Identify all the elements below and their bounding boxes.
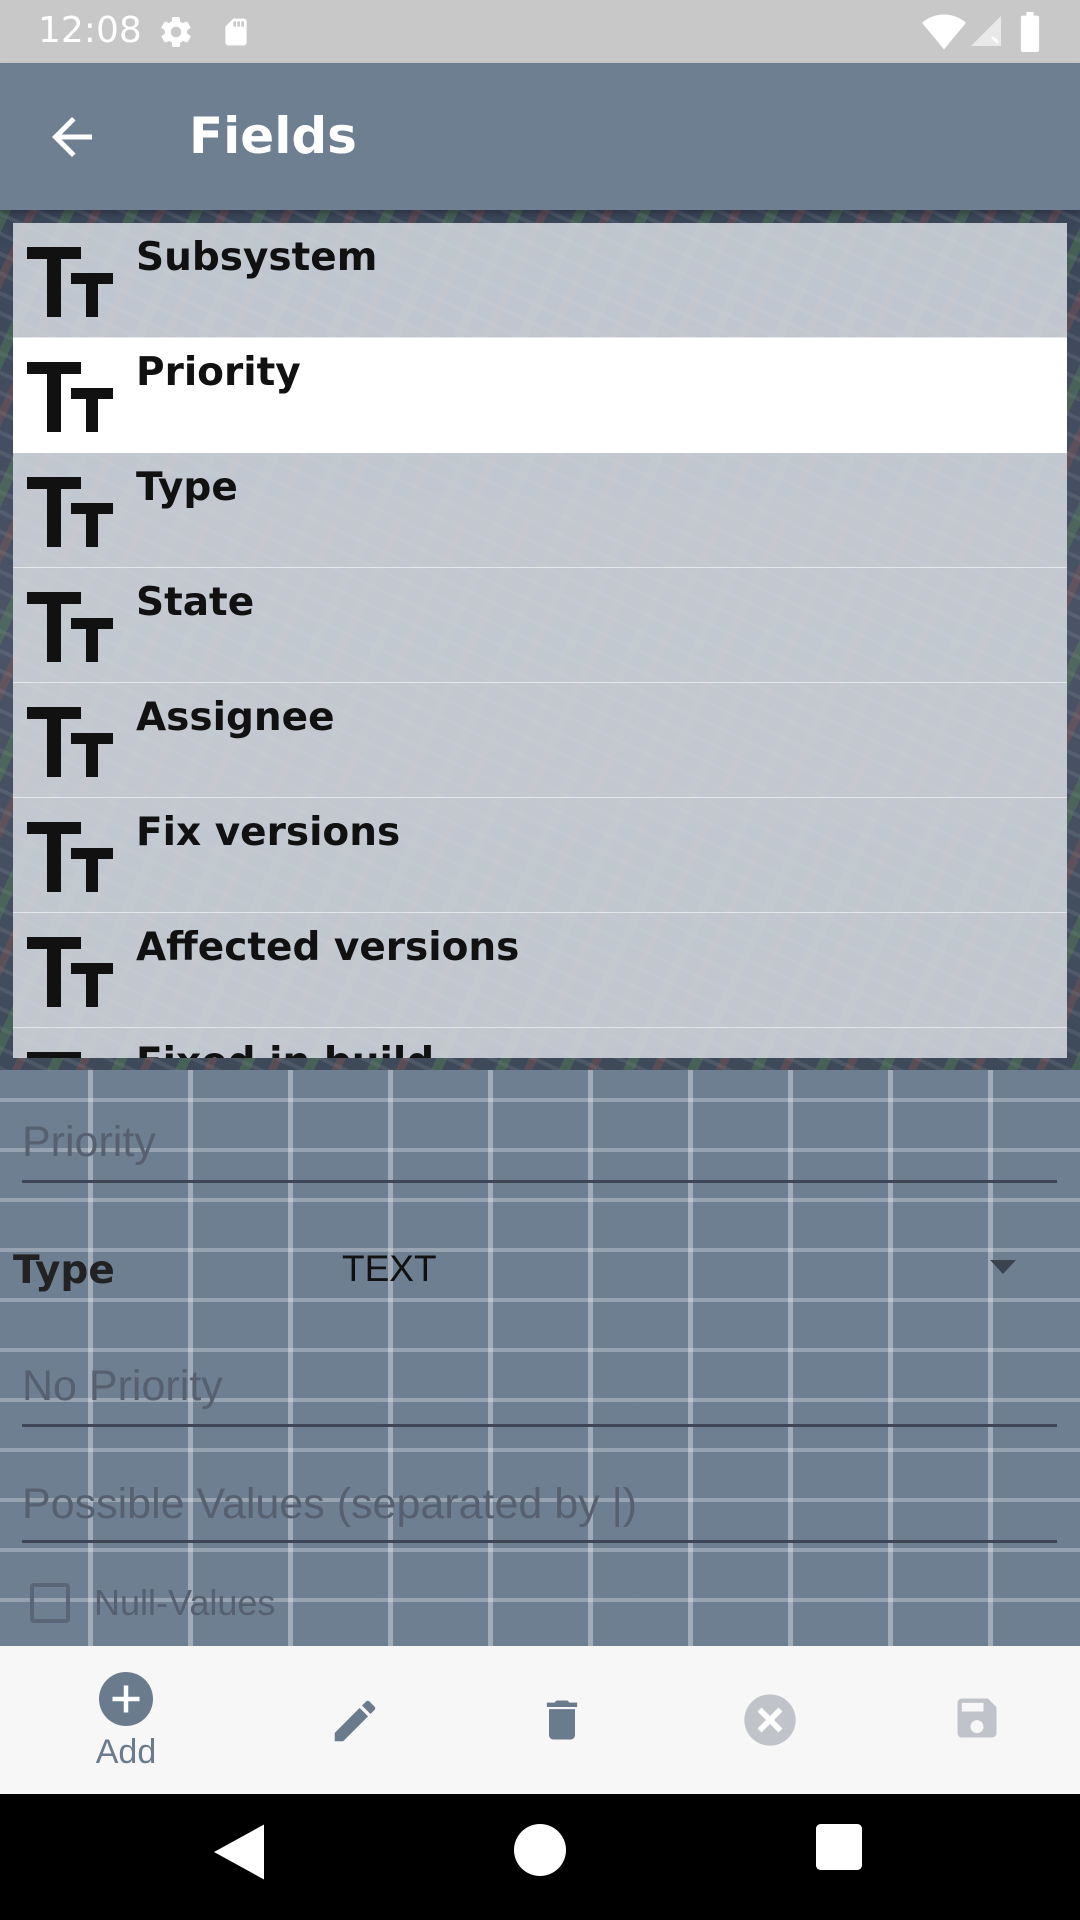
- list-item-label: Affected versions: [136, 925, 520, 970]
- field-edit-form: Priority Type TEXT No Priority Possible …: [0, 1070, 1080, 1646]
- text-fields-icon: [27, 937, 113, 1007]
- delete-icon: [536, 1692, 588, 1753]
- list-item-label: Fix versions: [136, 810, 401, 855]
- wifi-icon: [922, 12, 966, 55]
- text-fields-icon: [27, 362, 113, 432]
- app-bar: Fields: [0, 63, 1080, 210]
- list-item-label: State: [136, 580, 255, 625]
- list-item-priority[interactable]: Priority: [13, 338, 1067, 453]
- arrow-back-icon[interactable]: [42, 107, 102, 167]
- cancel-button[interactable]: [700, 1646, 840, 1794]
- type-select[interactable]: TEXT: [340, 1246, 1040, 1296]
- field-name-placeholder: Priority: [22, 1118, 156, 1166]
- list-item-type[interactable]: Type: [13, 453, 1067, 568]
- battery-icon: [1018, 12, 1042, 57]
- list-item-label: Fixed in build: [136, 1040, 434, 1058]
- status-bar: 12:08: [0, 0, 1080, 63]
- list-item-fixed-in-build[interactable]: Fixed in build: [13, 1028, 1067, 1058]
- gear-icon: [158, 14, 194, 55]
- text-fields-icon: [27, 822, 113, 892]
- default-value-input[interactable]: No Priority: [22, 1362, 1057, 1427]
- text-fields-icon: [27, 1052, 113, 1058]
- edit-icon: [328, 1694, 382, 1753]
- bottom-toolbar: Add: [0, 1646, 1080, 1794]
- possible-values-input[interactable]: Possible Values (separated by |): [22, 1480, 1057, 1543]
- nav-home-icon[interactable]: [514, 1824, 566, 1881]
- page-title: Fields: [189, 107, 357, 165]
- edit-button[interactable]: [285, 1646, 425, 1794]
- nav-recents-icon[interactable]: [816, 1824, 862, 1875]
- list-item-fix-versions[interactable]: Fix versions: [13, 798, 1067, 913]
- text-fields-icon: [27, 247, 113, 317]
- save-icon: [951, 1692, 1003, 1749]
- add-label: Add: [95, 1733, 157, 1771]
- navigation-bar: [0, 1794, 1080, 1920]
- list-item-label: Subsystem: [136, 235, 378, 280]
- status-time: 12:08: [38, 10, 142, 51]
- text-fields-icon: [27, 707, 113, 777]
- list-item-label: Type: [136, 465, 238, 510]
- null-values-row[interactable]: Null-Values: [30, 1582, 275, 1624]
- sd-card-icon: [220, 14, 252, 55]
- save-button[interactable]: [907, 1646, 1047, 1794]
- type-value: TEXT: [342, 1248, 437, 1289]
- nav-back-icon[interactable]: [214, 1824, 264, 1885]
- list-item-label: Priority: [136, 350, 301, 395]
- default-value-placeholder: No Priority: [22, 1362, 223, 1410]
- list-item-subsystem[interactable]: Subsystem: [13, 223, 1067, 338]
- cellular-signal-icon: [968, 12, 1004, 55]
- null-values-checkbox[interactable]: [30, 1583, 70, 1623]
- add-button[interactable]: Add: [56, 1646, 196, 1794]
- add-circle-icon: [99, 1672, 153, 1731]
- list-item-affected-versions[interactable]: Affected versions: [13, 913, 1067, 1028]
- text-fields-icon: [27, 592, 113, 662]
- list-item-assignee[interactable]: Assignee: [13, 683, 1067, 798]
- dropdown-arrow-icon: [990, 1260, 1016, 1279]
- field-list[interactable]: Subsystem Priority Type State Assignee F…: [13, 223, 1067, 1058]
- type-label: Type: [13, 1248, 115, 1293]
- delete-button[interactable]: [492, 1646, 632, 1794]
- list-item-label: Assignee: [136, 695, 335, 740]
- null-values-label: Null-Values: [94, 1582, 276, 1623]
- field-name-input[interactable]: Priority: [22, 1118, 1057, 1183]
- text-fields-icon: [27, 477, 113, 547]
- cancel-icon: [742, 1692, 798, 1753]
- possible-values-placeholder: Possible Values (separated by |): [22, 1480, 638, 1528]
- list-item-state[interactable]: State: [13, 568, 1067, 683]
